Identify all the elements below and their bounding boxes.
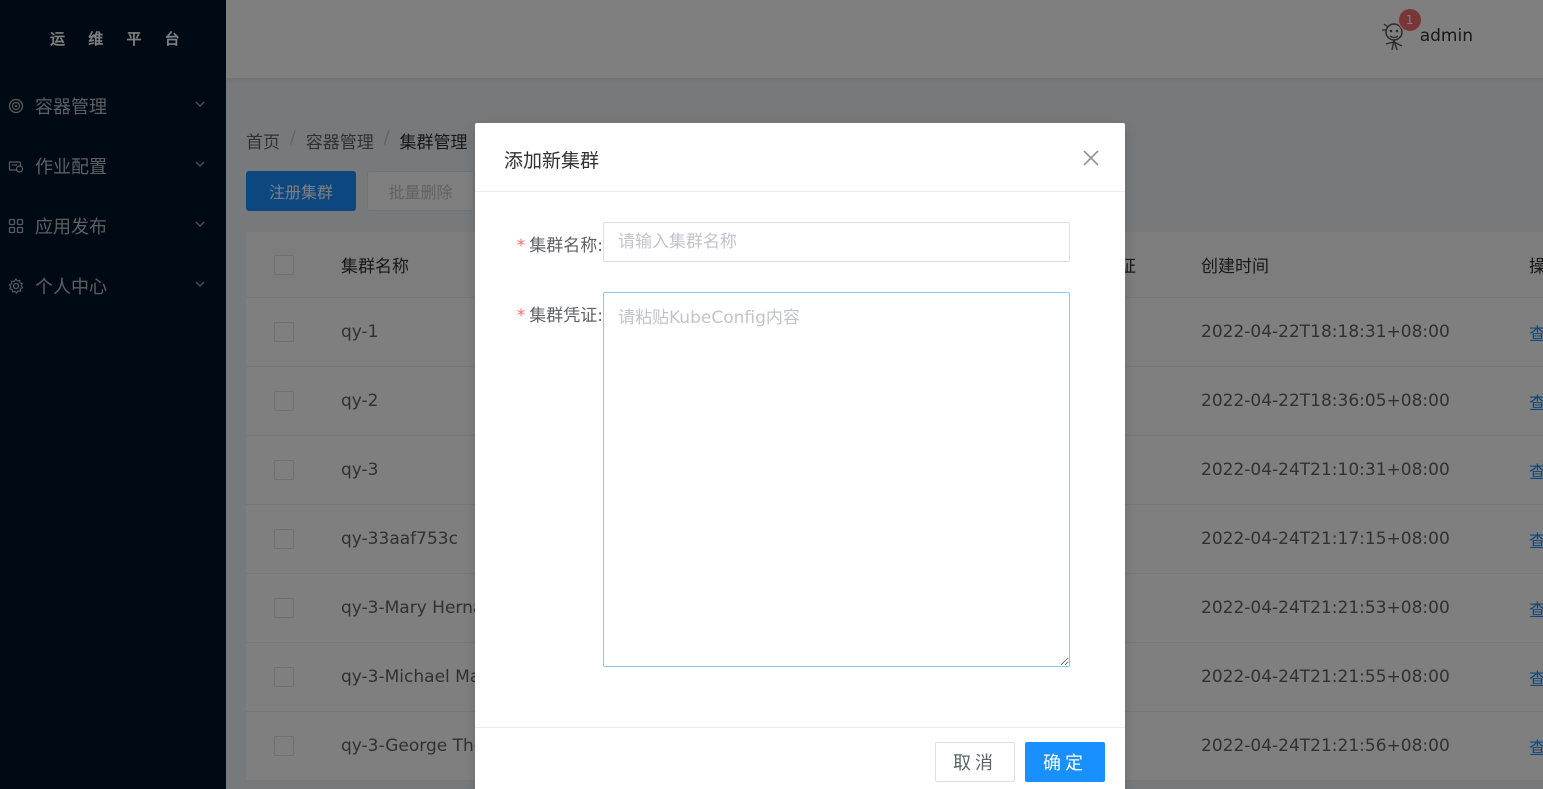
cluster-name-row: * 集群名称:	[504, 231, 603, 256]
close-icon[interactable]	[1081, 148, 1101, 168]
dialog-footer: 取消 确定	[475, 727, 1125, 789]
required-mark: *	[516, 306, 526, 326]
cluster-name-input[interactable]	[603, 222, 1070, 262]
dialog-title: 添加新集群	[504, 150, 600, 172]
cluster-credential-label-text: 集群凭证:	[529, 306, 603, 326]
kubeconfig-textarea[interactable]	[603, 292, 1070, 667]
required-mark: *	[516, 236, 526, 256]
add-cluster-dialog: 添加新集群 *集群名称: *集群凭证: 取消 确定	[475, 123, 1125, 789]
confirm-button[interactable]: 确定	[1025, 742, 1105, 782]
cluster-name-label: * 集群名称:	[504, 231, 603, 256]
cluster-name-label-text: 集群名称:	[529, 236, 603, 256]
dialog-header: 添加新集群	[475, 123, 1125, 192]
cancel-button[interactable]: 取消	[935, 742, 1015, 782]
cluster-credential-label: * 集群凭证:	[504, 301, 603, 326]
cluster-credential-row: * 集群凭证:	[504, 301, 603, 326]
